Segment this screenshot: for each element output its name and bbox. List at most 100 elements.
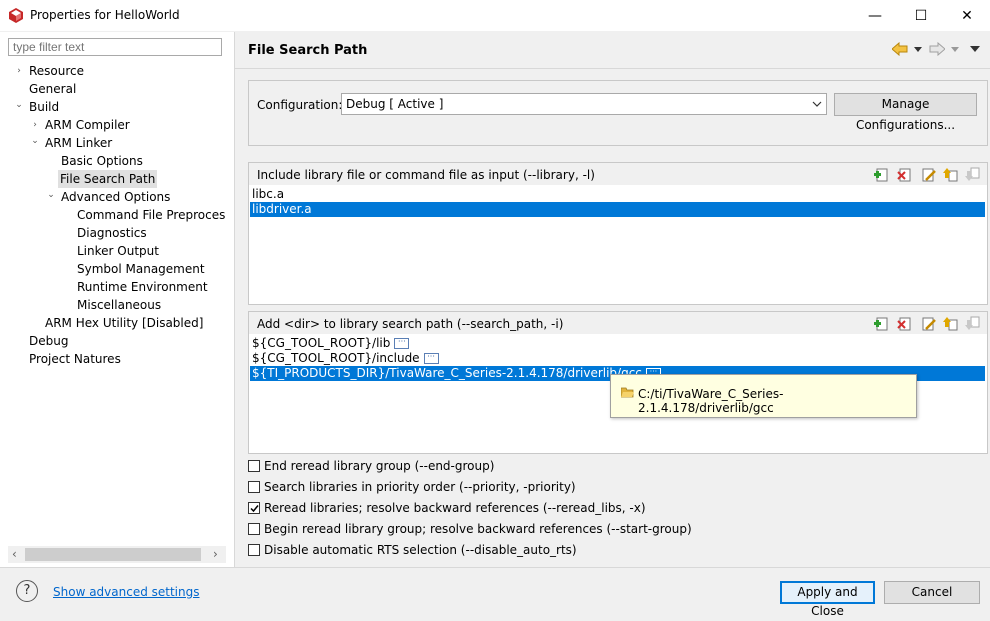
tree-item-basic-options[interactable]: Basic Options	[61, 152, 143, 170]
main-panel: File Search Path Configuration: Debug [ …	[235, 32, 990, 567]
tree-item-runtime-environment[interactable]: Runtime Environment	[77, 278, 208, 296]
option-label: Begin reread library group; resolve back…	[264, 522, 692, 536]
scrollbar-thumb[interactable]	[25, 548, 201, 561]
chevron-down-icon[interactable]	[812, 101, 822, 107]
move-down-icon[interactable]	[965, 167, 980, 182]
tree-item-miscellaneous[interactable]: Miscellaneous	[77, 296, 161, 314]
checkbox-checked[interactable]	[248, 502, 260, 514]
option-label: Disable automatic RTS selection (--disab…	[264, 543, 577, 557]
option-label: End reread library group (--end-group)	[264, 459, 495, 473]
tree-item-command-file-preprocessing[interactable]: Command File Preprocessin	[77, 206, 225, 224]
list-item[interactable]: libdriver.a	[250, 202, 985, 217]
move-down-icon[interactable]	[965, 316, 980, 331]
button-bar: ? Show advanced settings Apply and Close…	[0, 567, 990, 618]
scroll-left-icon[interactable]: ‹	[12, 547, 17, 561]
path-tooltip: C:/ti/TivaWare_C_Series-2.1.4.178/driver…	[610, 374, 917, 418]
forward-dropdown-icon[interactable]	[951, 47, 959, 52]
checkbox[interactable]	[248, 481, 260, 493]
manage-configurations-button[interactable]: Manage Configurations...	[834, 93, 977, 132]
delete-icon[interactable]	[897, 316, 912, 331]
tree-item-arm-compiler[interactable]: › ARM Compiler	[30, 116, 130, 134]
tree-item-advanced-options[interactable]: ⌄ Advanced Options	[46, 188, 170, 206]
tree-item-arm-hex-utility[interactable]: ARM Hex Utility [Disabled]	[45, 314, 203, 332]
library-list-title: Include library file or command file as …	[257, 168, 595, 182]
edit-icon[interactable]	[921, 316, 936, 331]
tree-item-label: Diagnostics	[77, 226, 147, 240]
tree-item-label: Command File Preprocessin	[77, 208, 225, 222]
chevron-down-icon[interactable]: ⌄	[46, 190, 56, 200]
tree-item-linker-output[interactable]: Linker Output	[77, 242, 159, 260]
move-up-icon[interactable]	[943, 316, 958, 331]
linker-options: End reread library group (--end-group) S…	[235, 459, 990, 565]
tooltip-text: C:/ti/TivaWare_C_Series-2.1.4.178/driver…	[638, 387, 784, 415]
option-disable-auto-rts[interactable]: Disable automatic RTS selection (--disab…	[235, 543, 990, 564]
option-end-group[interactable]: End reread library group (--end-group)	[235, 459, 990, 480]
tree-item-symbol-management[interactable]: Symbol Management	[77, 260, 205, 278]
add-icon[interactable]	[874, 167, 889, 182]
option-priority[interactable]: Search libraries in priority order (--pr…	[235, 480, 990, 501]
tree-item-label: Debug	[29, 334, 69, 348]
delete-icon[interactable]	[897, 167, 912, 182]
option-reread-libs[interactable]: Reread libraries; resolve backward refer…	[235, 501, 990, 522]
maximize-button[interactable]: ☐	[898, 0, 944, 31]
back-arrow-icon[interactable]	[892, 42, 908, 56]
view-menu-icon[interactable]	[970, 46, 980, 52]
apply-and-close-button[interactable]: Apply and Close	[780, 581, 875, 618]
search-path-title: Add <dir> to library search path (--sear…	[257, 317, 564, 331]
more-icon[interactable]: ···	[394, 338, 410, 349]
back-dropdown-icon[interactable]	[914, 47, 922, 52]
search-path-header: Add <dir> to library search path (--sear…	[249, 312, 987, 334]
scroll-right-icon[interactable]: ›	[213, 547, 218, 561]
tree-item-build[interactable]: ⌄ Build	[14, 98, 59, 116]
tree-item-label: Project Natures	[29, 352, 121, 366]
sidebar-horizontal-scrollbar[interactable]: ‹ ›	[8, 546, 226, 563]
sidebar: › Resource General ⌄ Build › ARM Compile…	[0, 32, 235, 567]
configuration-select[interactable]: Debug [ Active ]	[341, 93, 827, 115]
checkbox[interactable]	[248, 523, 260, 535]
add-icon[interactable]	[874, 316, 889, 331]
folder-icon	[621, 387, 634, 398]
configuration-value: Debug [ Active ]	[346, 97, 444, 111]
tree-item-label: ARM Hex Utility [Disabled]	[45, 316, 204, 330]
help-icon[interactable]: ?	[16, 580, 38, 602]
list-item[interactable]: libc.a	[250, 187, 985, 202]
tree-item-debug[interactable]: Debug	[29, 332, 68, 350]
list-item[interactable]: ${CG_TOOL_ROOT}/include ···	[250, 351, 985, 366]
tree-item-arm-linker[interactable]: ⌄ ARM Linker	[30, 134, 112, 152]
checkbox[interactable]	[248, 544, 260, 556]
tree-item-general[interactable]: General	[29, 80, 76, 98]
configuration-label: Configuration:	[257, 98, 343, 112]
forward-arrow-icon[interactable]	[929, 42, 945, 56]
tree-item-label: Linker Output	[77, 244, 159, 258]
list-item[interactable]: ${CG_TOOL_ROOT}/lib ···	[250, 336, 985, 351]
edit-icon[interactable]	[921, 167, 936, 182]
tree-item-label: Runtime Environment	[77, 280, 208, 294]
chevron-right-icon[interactable]: ›	[30, 120, 40, 130]
chevron-down-icon[interactable]: ⌄	[30, 136, 40, 146]
path-text: ${CG_TOOL_ROOT}/include	[252, 351, 420, 365]
option-label: Reread libraries; resolve backward refer…	[264, 501, 646, 515]
option-start-group[interactable]: Begin reread library group; resolve back…	[235, 522, 990, 543]
tree-item-label: ARM Linker	[45, 136, 113, 150]
more-icon[interactable]: ···	[423, 353, 439, 364]
chevron-down-icon[interactable]: ⌄	[14, 100, 24, 110]
tree-item-diagnostics[interactable]: Diagnostics	[77, 224, 147, 242]
tree-item-file-search-path[interactable]: File Search Path	[58, 170, 158, 188]
close-button[interactable]: ✕	[944, 0, 990, 31]
checkbox[interactable]	[248, 460, 260, 472]
move-up-icon[interactable]	[943, 167, 958, 182]
tree-item-label: Basic Options	[61, 154, 143, 168]
tree-item-project-natures[interactable]: Project Natures	[29, 350, 121, 368]
tree-item-label: General	[29, 82, 77, 96]
minimize-button[interactable]: —	[852, 0, 898, 31]
option-label: Search libraries in priority order (--pr…	[264, 480, 576, 494]
filter-input[interactable]	[8, 38, 222, 56]
tree-item-resource[interactable]: › Resource	[14, 62, 84, 80]
tree-item-label: ARM Compiler	[45, 118, 130, 132]
chevron-right-icon[interactable]: ›	[14, 66, 24, 76]
app-icon	[9, 8, 23, 23]
show-advanced-settings-link[interactable]: Show advanced settings	[53, 585, 200, 599]
cancel-button[interactable]: Cancel	[884, 581, 980, 604]
check-icon	[250, 505, 259, 513]
page-header: File Search Path	[235, 32, 990, 69]
